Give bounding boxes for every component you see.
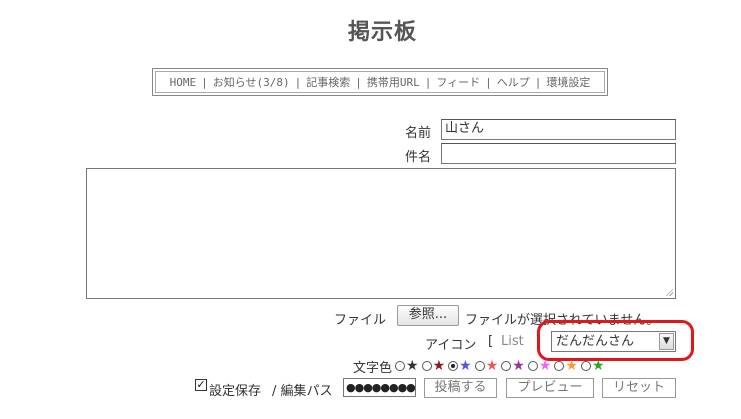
star-icon: ★ xyxy=(459,358,472,374)
nav-menu: HOME | お知らせ(3/8) | 記事検索 | 携帯用URL | フィード … xyxy=(152,68,608,96)
preview-button[interactable]: プレビュー xyxy=(506,378,594,398)
color-radio-5[interactable] xyxy=(527,361,538,371)
color-label: 文字色 xyxy=(353,360,393,376)
subject-input[interactable] xyxy=(441,143,676,164)
color-radio-3[interactable] xyxy=(474,361,485,371)
nav-item-feed[interactable]: フィード xyxy=(436,74,480,90)
star-icon: ★ xyxy=(591,358,605,374)
nav-separator: | xyxy=(355,75,362,89)
icon-label: アイコン xyxy=(425,338,477,353)
color-radio-0[interactable] xyxy=(395,361,406,371)
nav-separator: | xyxy=(294,75,302,89)
nav-item-home[interactable]: HOME xyxy=(170,76,197,89)
color-picker-row: 文字色 ★ ★ ★ ★ ★ ★ ★ ★ xyxy=(353,357,605,376)
color-radio-1[interactable] xyxy=(421,361,432,371)
nav-item-help[interactable]: ヘルプ xyxy=(497,74,530,90)
icon-list-link[interactable]: List xyxy=(501,334,524,349)
nav-separator: | xyxy=(424,75,432,89)
save-settings-checkbox[interactable]: ✓ xyxy=(195,379,207,391)
edit-pass-input[interactable]: ●●●●●●●●● xyxy=(343,378,416,397)
file-label: ファイル xyxy=(334,313,387,328)
nav-separator: | xyxy=(201,75,208,89)
nav-item-news[interactable]: お知らせ(3/8) xyxy=(213,74,290,90)
body-textarea[interactable] xyxy=(86,168,676,299)
star-icon: ★ xyxy=(432,358,446,374)
nav-separator: | xyxy=(534,75,542,89)
reset-button[interactable]: リセット xyxy=(602,378,676,398)
star-icon: ★ xyxy=(406,358,419,374)
submit-button[interactable]: 投稿する xyxy=(424,378,497,398)
color-radio-6[interactable] xyxy=(554,361,565,371)
icon-bracket: [ xyxy=(488,334,494,349)
color-radio-2[interactable] xyxy=(448,361,459,371)
name-input[interactable]: 山さん xyxy=(441,119,676,140)
edit-pass-label: / 編集パス xyxy=(272,384,333,399)
nav-item-mobile-url[interactable]: 携帯用URL xyxy=(367,74,420,90)
save-settings-label: 設定保存 xyxy=(209,384,262,399)
nav-item-settings[interactable]: 環境設定 xyxy=(546,74,590,90)
file-browse-button[interactable]: 参照... xyxy=(397,305,459,326)
color-radio-4[interactable] xyxy=(501,361,512,371)
nav-menu-inner: HOME | お知らせ(3/8) | 記事検索 | 携帯用URL | フィード … xyxy=(155,71,605,93)
resize-grip-icon[interactable] xyxy=(665,288,673,296)
nav-separator: | xyxy=(485,75,492,89)
color-radio-7[interactable] xyxy=(580,361,591,371)
subject-label: 件名 xyxy=(405,150,432,165)
highlight-annotation xyxy=(537,320,694,361)
star-icon: ★ xyxy=(485,358,499,374)
nav-item-search[interactable]: 記事検索 xyxy=(306,74,350,90)
star-icon: ★ xyxy=(512,358,525,374)
name-label: 名前 xyxy=(405,126,432,141)
page-title: 掲示板 xyxy=(347,20,417,45)
star-icon: ★ xyxy=(538,358,552,374)
star-icon: ★ xyxy=(565,358,578,374)
